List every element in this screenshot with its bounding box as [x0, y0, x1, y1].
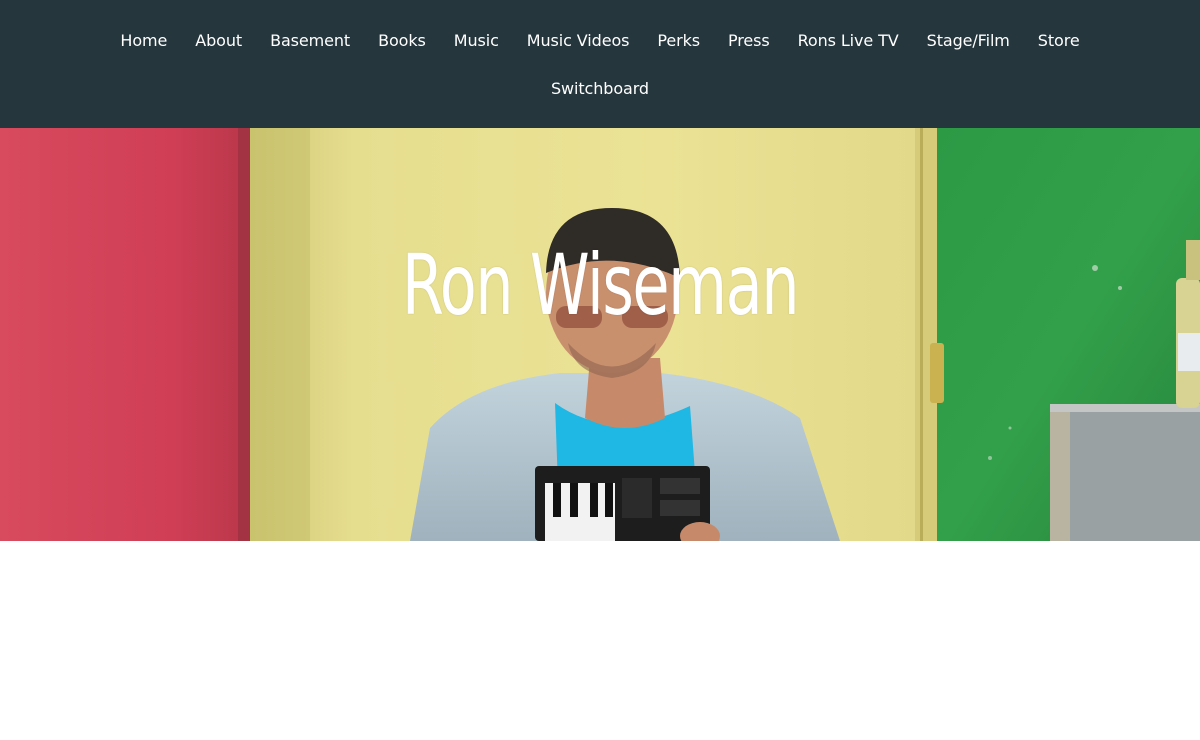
main-navigation: Home About Basement Books Music Music Vi…: [0, 0, 1200, 128]
nav-item-perks[interactable]: Perks: [657, 31, 700, 50]
nav-row-primary: Home About Basement Books Music Music Vi…: [0, 25, 1200, 55]
red-wall-panel: [0, 128, 250, 541]
nav-item-switchboard[interactable]: Switchboard: [551, 79, 649, 98]
site-title[interactable]: Ron Wiseman: [168, 243, 1032, 327]
nav-item-press[interactable]: Press: [728, 31, 770, 50]
page-content: [0, 541, 1200, 740]
nav-item-stage-film[interactable]: Stage/Film: [927, 31, 1010, 50]
nav-item-rons-live-tv[interactable]: Rons Live TV: [798, 31, 899, 50]
nav-item-about[interactable]: About: [195, 31, 242, 50]
nav-item-music-videos[interactable]: Music Videos: [527, 31, 630, 50]
nav-row-secondary: Switchboard: [0, 73, 1200, 103]
nav-item-store[interactable]: Store: [1038, 31, 1080, 50]
hero-photo: [0, 128, 1200, 541]
hero-banner: Ron Wiseman: [0, 128, 1200, 541]
nav-item-books[interactable]: Books: [378, 31, 426, 50]
site-header: Home About Basement Books Music Music Vi…: [0, 0, 1200, 128]
nav-item-music[interactable]: Music: [454, 31, 499, 50]
nav-item-home[interactable]: Home: [120, 31, 167, 50]
nav-item-basement[interactable]: Basement: [270, 31, 350, 50]
